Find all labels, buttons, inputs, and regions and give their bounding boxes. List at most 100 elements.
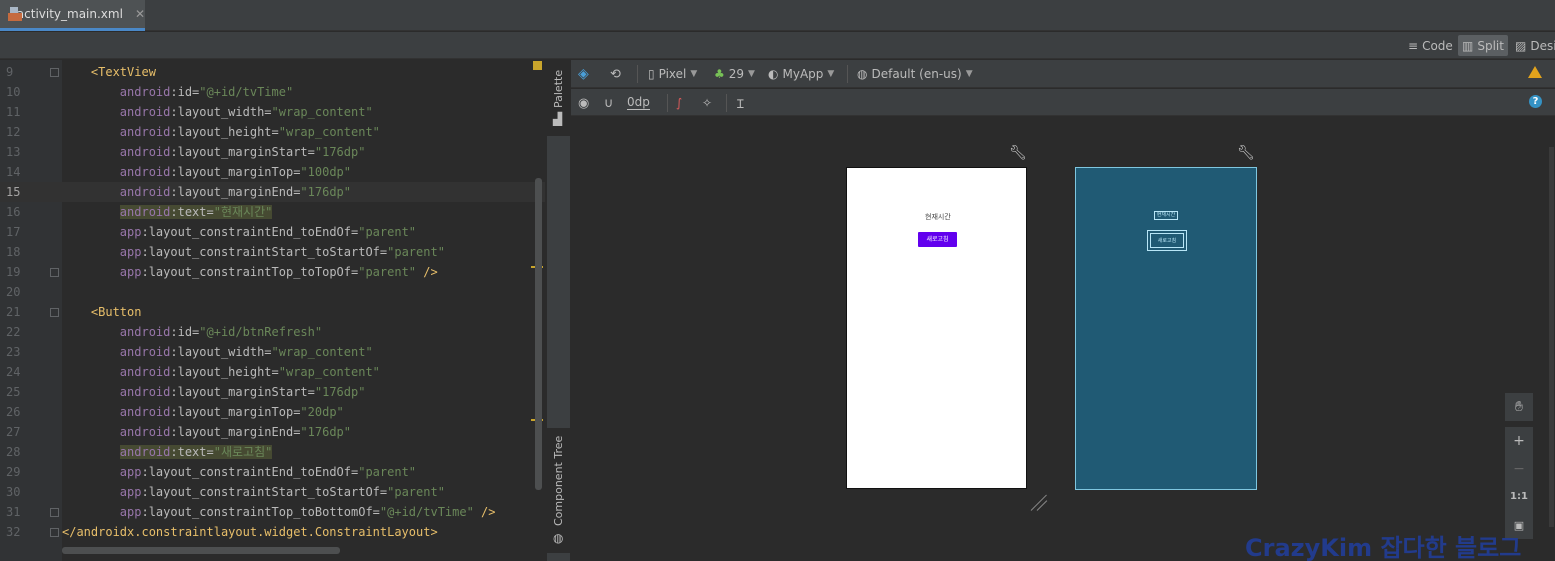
toolbar-separator: [667, 94, 668, 112]
theme-label: MyApp: [782, 67, 824, 81]
editor-horizontal-scrollbar[interactable]: [62, 547, 340, 554]
code-line[interactable]: 16 android:text="현재시간": [0, 202, 545, 222]
view-options-button[interactable]: ◉: [578, 94, 589, 112]
infer-constraints-button[interactable]: ✧: [702, 94, 712, 112]
code-line[interactable]: 31 app:layout_constraintTop_toBottomOf="…: [0, 502, 545, 522]
line-number: 21: [6, 305, 21, 319]
zoom-controls: ✋︎ + − 1:1 ▣: [1505, 393, 1533, 539]
code-text: <TextView: [90, 65, 156, 79]
code-line[interactable]: 29 app:layout_constraintEnd_toEndOf="par…: [0, 462, 545, 482]
code-line[interactable]: 14 android:layout_marginTop="100dp": [0, 162, 545, 182]
line-number: 24: [6, 365, 21, 379]
code-line[interactable]: 21 <Button: [0, 302, 545, 322]
design-canvas[interactable]: 🔧︎ 🔧︎ 현재시간 새로고침 현재시간 새로고침 ✋︎ + − 1:1 ▣: [571, 117, 1555, 561]
theme-selector[interactable]: ◐ MyApp ▼: [768, 65, 834, 83]
design-surface-button[interactable]: ◈: [578, 65, 589, 83]
line-number: 26: [6, 405, 21, 419]
zoom-button-group: + − 1:1 ▣: [1505, 427, 1533, 539]
code-line[interactable]: 28 android:text="새로고침": [0, 442, 545, 462]
blueprint-preview[interactable]: 현재시간 새로고침: [1075, 167, 1257, 490]
code-line[interactable]: 17 app:layout_constraintEnd_toEndOf="par…: [0, 222, 545, 242]
code-line[interactable]: 11 android:layout_width="wrap_content": [0, 102, 545, 122]
line-number: 18: [6, 245, 21, 259]
design-preview[interactable]: 현재시간 새로고침: [846, 167, 1027, 489]
code-text: android:text="현재시간": [119, 205, 273, 219]
blueprint-textview[interactable]: 현재시간: [1154, 211, 1178, 220]
design-view-button[interactable]: ▨ Desig: [1511, 35, 1555, 56]
orientation-button[interactable]: ⟲: [610, 65, 621, 83]
code-line[interactable]: 12 android:layout_height="wrap_content": [0, 122, 545, 142]
split-view-button[interactable]: ▥ Split: [1458, 35, 1508, 56]
fold-marker-icon[interactable]: [50, 528, 59, 537]
line-number: 16: [6, 205, 21, 219]
eye-icon: ◉: [578, 95, 590, 111]
line-number: 23: [6, 345, 21, 359]
design-view-icon: ▨: [1515, 38, 1527, 53]
code-text: app:layout_constraintEnd_toEndOf="parent…: [119, 225, 417, 239]
pan-button[interactable]: ✋︎: [1505, 393, 1533, 421]
code-line[interactable]: 23 android:layout_width="wrap_content": [0, 342, 545, 362]
code-line[interactable]: 32 </androidx.constraintlayout.widget.Con…: [0, 522, 545, 542]
fold-marker-icon[interactable]: [50, 508, 59, 517]
chevron-down-icon: ▼: [965, 69, 973, 79]
code-editor[interactable]: 9 <TextView 10 android:id="@+id/tvTime" 11…: [0, 60, 545, 561]
code-text: android:id="@+id/btnRefresh": [119, 325, 323, 339]
code-line[interactable]: 18 app:layout_constraintStart_toStartOf=…: [0, 242, 545, 262]
warning-marker-icon[interactable]: [533, 61, 542, 70]
watermark: CrazyKim 잡다한 블로그: [1245, 534, 1522, 561]
code-line[interactable]: 22 android:id="@+id/btnRefresh": [0, 322, 545, 342]
code-line[interactable]: 27 android:layout_marginEnd="176dp": [0, 422, 545, 442]
close-icon[interactable]: ✕: [135, 7, 145, 21]
code-line[interactable]: 19 app:layout_constraintTop_toTopOf="par…: [0, 262, 545, 282]
preview-button[interactable]: 새로고침: [918, 232, 957, 247]
palette-icon: ▟: [553, 112, 563, 126]
code-line[interactable]: 10 android:id="@+id/tvTime": [0, 82, 545, 102]
code-line[interactable]: 13 android:layout_marginStart="176dp": [0, 142, 545, 162]
fold-marker-icon[interactable]: [50, 68, 59, 77]
blueprint-button[interactable]: 새로고침: [1147, 230, 1187, 251]
palette-tab[interactable]: Palette ▟: [547, 60, 571, 136]
clear-constraints-button[interactable]: ∫: [676, 94, 682, 112]
code-view-button[interactable]: ≡ Code: [1404, 35, 1457, 56]
code-line[interactable]: 26 android:layout_marginTop="20dp": [0, 402, 545, 422]
code-text: android:layout_marginStart="176dp": [119, 385, 366, 399]
line-number: 17: [6, 225, 21, 239]
code-line[interactable]: 25 android:layout_marginStart="176dp": [0, 382, 545, 402]
resize-handle-icon[interactable]: [1030, 493, 1049, 511]
zoom-in-button[interactable]: +: [1505, 427, 1533, 455]
code-text: app:layout_constraintTop_toBottomOf="@+i…: [119, 505, 496, 519]
code-view-label: Code: [1422, 38, 1453, 53]
fold-marker-icon[interactable]: [50, 268, 59, 277]
android-icon: ♣: [714, 67, 725, 81]
design-view-label: Desig: [1530, 38, 1555, 53]
zoom-out-button[interactable]: −: [1505, 455, 1533, 483]
code-line[interactable]: 9 <TextView: [0, 62, 545, 82]
api-level-selector[interactable]: ♣ 29 ▼: [714, 65, 755, 83]
component-tree-icon: ◍: [553, 531, 564, 545]
code-line[interactable]: 30 app:layout_constraintStart_toStartOf=…: [0, 482, 545, 502]
component-tree-tab[interactable]: Component Tree ◍: [547, 428, 571, 553]
preview-textview[interactable]: 현재시간: [925, 212, 951, 222]
magic-wand-icon: ✧: [702, 96, 713, 110]
code-line[interactable]: 15 android:layout_marginEnd="176dp": [0, 182, 545, 202]
code-line[interactable]: 24 android:layout_height="wrap_content": [0, 362, 545, 382]
guidelines-button[interactable]: Ɪ: [737, 94, 744, 112]
code-line[interactable]: 20: [0, 282, 545, 302]
wrench-icon[interactable]: 🔧︎: [1009, 145, 1027, 161]
code-view-icon: ≡: [1408, 38, 1419, 53]
device-selector[interactable]: ▯ Pixel ▼: [648, 65, 697, 83]
actual-size-button[interactable]: 1:1: [1505, 483, 1533, 511]
canvas-scrollbar[interactable]: [1549, 147, 1554, 527]
device-label: Pixel: [658, 67, 687, 81]
fold-marker-icon[interactable]: [50, 308, 59, 317]
default-margin-button[interactable]: 0dp: [627, 94, 650, 110]
autoconnect-button[interactable]: ∪: [604, 94, 614, 112]
warning-icon[interactable]: [1528, 66, 1542, 78]
tab-activity-main[interactable]: activity_main.xml ✕: [0, 0, 145, 31]
wrench-icon[interactable]: 🔧︎: [1237, 145, 1255, 161]
line-number: 15: [6, 185, 21, 199]
editor-vertical-scrollbar[interactable]: [535, 178, 542, 490]
code-text: android:layout_marginTop="20dp": [119, 405, 344, 419]
locale-selector[interactable]: ◍ Default (en-us) ▼: [857, 65, 973, 83]
help-icon[interactable]: ?: [1529, 95, 1542, 108]
